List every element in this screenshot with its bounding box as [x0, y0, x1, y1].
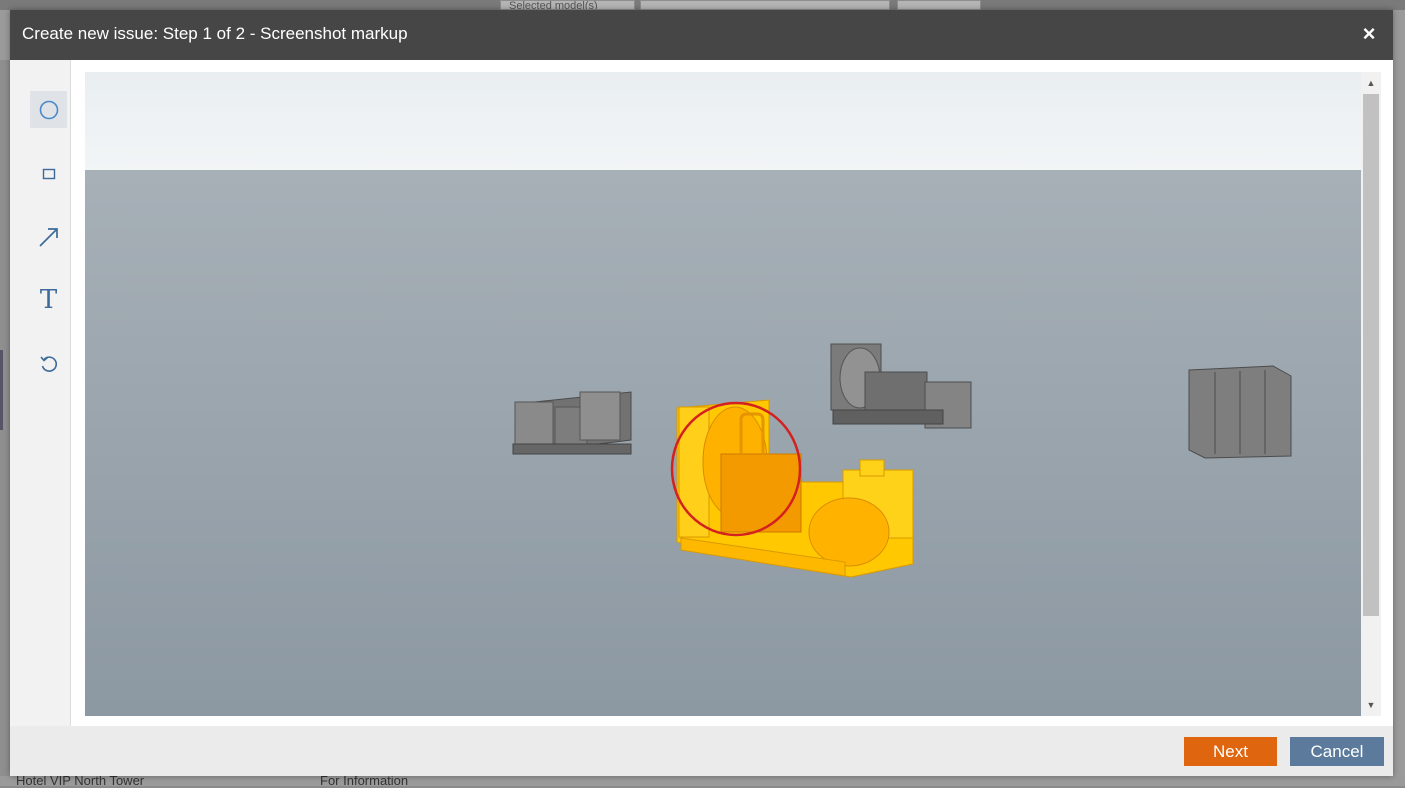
scroll-thumb[interactable]	[1363, 94, 1379, 616]
text-tool-button[interactable]: T	[30, 281, 67, 318]
create-issue-modal: Create new issue: Step 1 of 2 - Screensh…	[10, 10, 1393, 776]
screenshot-viewer: ▲ ▼	[85, 72, 1381, 716]
background-toolbar	[640, 0, 890, 10]
scroll-up-arrow-icon[interactable]: ▲	[1361, 74, 1381, 92]
circle-icon	[39, 100, 58, 119]
arrow-tool-button[interactable]	[30, 218, 67, 255]
modal-header: Create new issue: Step 1 of 2 - Screensh…	[10, 10, 1393, 60]
electrical-cabinet	[1188, 365, 1292, 459]
rectangle-icon	[42, 168, 55, 179]
modal-title: Create new issue: Step 1 of 2 - Screensh…	[22, 24, 408, 43]
next-button[interactable]: Next	[1184, 737, 1277, 766]
undo-icon	[39, 355, 57, 372]
markup-toolbar: T	[10, 60, 71, 726]
modal-body: T ▲ ▼	[10, 60, 1393, 726]
background-accent	[0, 350, 3, 430]
rectangle-tool-button[interactable]	[30, 155, 67, 192]
arrow-icon	[38, 227, 58, 247]
cancel-button[interactable]: Cancel	[1290, 737, 1384, 766]
scroll-down-arrow-icon[interactable]: ▼	[1361, 696, 1381, 714]
sky-band	[85, 72, 1361, 170]
undo-tool-button[interactable]	[30, 345, 67, 382]
modal-footer: Next Cancel	[10, 726, 1393, 776]
circle-tool-button[interactable]	[30, 91, 67, 128]
vertical-scrollbar[interactable]: ▲ ▼	[1361, 72, 1381, 716]
background-row	[0, 776, 1405, 786]
model-screenshot-canvas[interactable]	[85, 72, 1361, 716]
background-model-selector: Selected model(s)	[500, 0, 635, 10]
close-icon[interactable]: ×	[1359, 23, 1379, 45]
text-icon: T	[39, 284, 58, 315]
background-toolbar-end	[897, 0, 981, 10]
